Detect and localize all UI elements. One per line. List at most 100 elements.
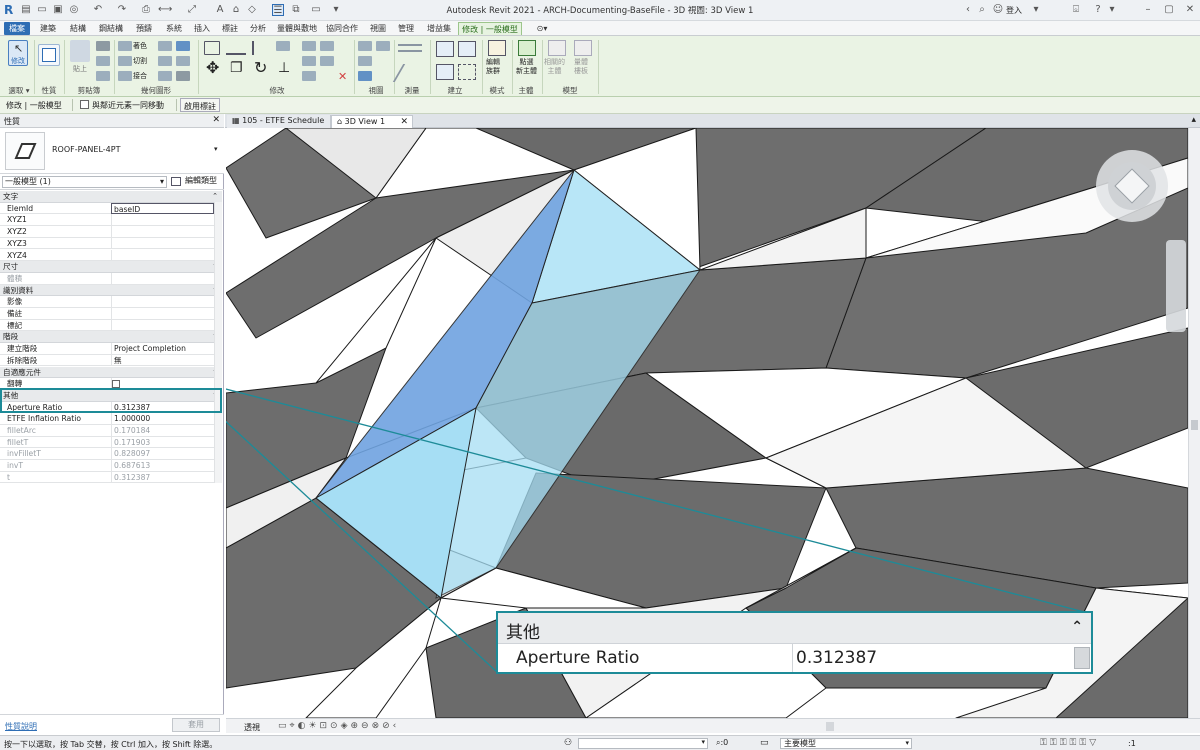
properties-help-link[interactable]: 性質說明: [5, 721, 37, 732]
user-icon[interactable]: ☺: [992, 4, 1004, 16]
close-window-icon[interactable]: ✕: [1184, 4, 1196, 16]
delete-icon[interactable]: ✕: [338, 71, 347, 82]
create-parts-icon[interactable]: [458, 64, 476, 80]
tab-manage[interactable]: 管理: [392, 22, 420, 35]
move-with-checkbox[interactable]: [80, 100, 89, 109]
tab-view[interactable]: 視圖: [364, 22, 392, 35]
maximize-icon[interactable]: ▢: [1163, 4, 1175, 16]
prop-row[interactable]: 影像: [0, 296, 222, 308]
tab-overflow-icon[interactable]: ⊙▾: [532, 22, 552, 35]
tab-modify-generic-model[interactable]: 修改 | 一般模型: [458, 22, 522, 35]
close-properties-icon[interactable]: ✕: [212, 115, 220, 125]
flip-checkbox[interactable]: [112, 380, 120, 389]
tab-3d-view-1[interactable]: ⌂ 3D View 1 ✕: [331, 115, 413, 128]
hide-icon[interactable]: [358, 41, 372, 51]
back-icon[interactable]: ‹: [962, 4, 974, 16]
create-similar-icon[interactable]: [436, 41, 454, 57]
dimension-tool-icon[interactable]: [392, 64, 428, 82]
join-icon[interactable]: [118, 71, 132, 81]
pin-icon[interactable]: [320, 41, 334, 51]
rotate-icon[interactable]: ↻: [254, 60, 267, 76]
tab-annotate[interactable]: 標註: [216, 22, 244, 35]
cut-geometry-icon[interactable]: [118, 56, 132, 66]
paint-icon[interactable]: [158, 71, 172, 81]
help-dropdown-icon[interactable]: ▾: [1106, 4, 1118, 16]
measure-tool-icon[interactable]: [398, 44, 422, 52]
properties-scrollbar[interactable]: [214, 202, 222, 483]
elemid-input[interactable]: baseID: [111, 202, 214, 214]
paint-brush-icon[interactable]: [376, 41, 390, 51]
edit-type-button[interactable]: 編輯類型: [171, 176, 221, 188]
horizontal-scroll-thumb[interactable]: [826, 722, 834, 731]
section-adaptive[interactable]: 自適應元件⌃: [0, 366, 222, 379]
related-host-icon[interactable]: [548, 40, 566, 56]
pick-new-host-label[interactable]: 點選 新主體: [516, 58, 537, 76]
split-icon[interactable]: [302, 41, 316, 51]
scroll-thumb[interactable]: [1191, 420, 1198, 430]
tab-addins[interactable]: 增益集: [422, 22, 456, 35]
demolish-icon[interactable]: [176, 41, 190, 51]
tab-steel[interactable]: 鋼結構: [94, 22, 128, 35]
create-group-icon[interactable]: [458, 41, 476, 57]
unpin-icon[interactable]: [320, 56, 334, 66]
hammer-icon[interactable]: [176, 71, 190, 81]
prop-row[interactable]: 體積: [0, 272, 222, 285]
minimize-icon[interactable]: –: [1142, 4, 1154, 16]
cope-icon[interactable]: [118, 41, 132, 51]
design-option-dropdown[interactable]: 主要模型 ▾: [780, 738, 912, 749]
scale-icon[interactable]: [302, 71, 316, 81]
pick-new-host-icon[interactable]: [518, 40, 536, 56]
prop-row[interactable]: filletArc 0.170184: [0, 425, 222, 437]
tab-file[interactable]: 檔案: [4, 22, 30, 35]
workset-dropdown[interactable]: ▾: [578, 738, 708, 749]
prop-row[interactable]: XYZ3: [0, 237, 222, 250]
prop-row[interactable]: 備註: [0, 308, 222, 320]
section-phasing[interactable]: 階段⌃: [0, 331, 222, 344]
tab-insert[interactable]: 插入: [188, 22, 216, 35]
prop-row[interactable]: ETFE Inflation Ratio 1.000000: [0, 413, 222, 425]
close-tab-icon[interactable]: ✕: [400, 116, 408, 128]
edit-family-label[interactable]: 編輯 族群: [486, 58, 500, 76]
help-icon[interactable]: ?: [1092, 4, 1104, 16]
override-icon[interactable]: [358, 56, 372, 66]
match-type-icon[interactable]: [96, 71, 110, 81]
trim-icon[interactable]: ⊥: [278, 60, 290, 76]
copy-icon[interactable]: [96, 56, 110, 66]
split-face-icon[interactable]: [158, 56, 172, 66]
tab-precast[interactable]: 預鑄: [130, 22, 158, 35]
modify-tool-button[interactable]: ↖ 修改: [8, 40, 28, 66]
section-dimensions[interactable]: 尺寸⌃: [0, 261, 222, 273]
join-label[interactable]: 接合: [133, 71, 147, 81]
section-text[interactable]: 文字 ⌃: [0, 191, 222, 203]
wall-joins-icon[interactable]: [158, 41, 172, 51]
tab-architecture[interactable]: 建築: [34, 22, 62, 35]
prop-row[interactable]: ElemId baseID: [0, 202, 222, 215]
prop-row[interactable]: 拆除階段無: [0, 354, 222, 367]
linework-icon[interactable]: [358, 71, 372, 81]
design-options-icon[interactable]: ▭: [760, 738, 769, 748]
mirror-axis-icon[interactable]: [252, 41, 268, 55]
mass-floors-icon[interactable]: [574, 40, 592, 56]
mass-floors-label[interactable]: 量體 樓板: [574, 58, 588, 76]
align-icon[interactable]: [204, 41, 220, 55]
type-dropdown-icon[interactable]: ▾: [214, 145, 218, 153]
section-identity[interactable]: 識別資料⌃: [0, 284, 222, 297]
tab-massing-site[interactable]: 量體與敷地: [272, 22, 322, 35]
offset-icon[interactable]: [226, 41, 246, 55]
view-control-icons[interactable]: ▭⌖◐☀⊡⊙◈⊕⊖⊗⊘‹: [278, 721, 399, 731]
cart-icon[interactable]: ⌺: [1070, 4, 1082, 16]
prop-row[interactable]: 建立階段 Project Completion: [0, 343, 222, 355]
tab-systems[interactable]: 系統: [160, 22, 188, 35]
workset-icon[interactable]: ⚇: [564, 738, 572, 748]
cope-label[interactable]: 著色: [133, 41, 147, 51]
group-select-label[interactable]: 選取 ▾: [4, 85, 34, 96]
tab-etfe-schedule[interactable]: ▦ 105 - ETFE Schedule: [227, 115, 331, 128]
create-assembly-icon[interactable]: [436, 64, 454, 80]
move-icon[interactable]: ✥: [206, 60, 219, 76]
prop-row[interactable]: XYZ2: [0, 226, 222, 238]
tab-analyze[interactable]: 分析: [244, 22, 272, 35]
cut-icon[interactable]: [96, 41, 110, 51]
prop-row[interactable]: invFilletT 0.828097: [0, 448, 222, 461]
sign-in-label[interactable]: 登入: [1006, 5, 1022, 16]
prop-row[interactable]: 標記: [0, 319, 222, 332]
